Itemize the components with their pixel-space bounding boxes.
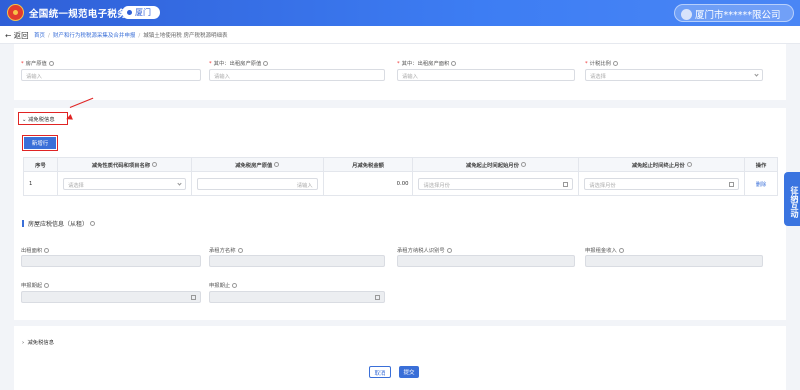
section-divider — [14, 100, 786, 108]
info-icon — [263, 61, 269, 66]
column-header: 操作 — [744, 157, 778, 172]
start-month-picker[interactable]: 请选择月份 — [418, 177, 574, 190]
rented-value-input[interactable]: 请输入 — [209, 69, 385, 81]
chevron-down-icon — [754, 72, 759, 77]
submit-button[interactable]: 提交 — [399, 366, 419, 378]
info-icon — [237, 248, 243, 253]
tax-ratio-select[interactable]: 请选择 — [585, 69, 763, 81]
collapsed-section-title: 减免税信息 — [27, 340, 55, 346]
lessee-name-input — [209, 255, 385, 267]
rental-area-input — [21, 255, 201, 267]
tax-emblem-icon — [7, 4, 24, 21]
info-icon — [44, 283, 50, 288]
info-icon — [232, 283, 238, 288]
row-index: 1 — [23, 171, 58, 196]
cancel-button[interactable]: 取消 — [369, 366, 391, 378]
reduction-section-toggle[interactable]: ⌄ 减免税信息 — [18, 112, 68, 125]
column-header: 减免起止时间起始月份 — [412, 157, 580, 172]
info-icon — [48, 61, 54, 66]
field-label-rent-income: 申报租金收入 — [585, 246, 624, 254]
reduction-code-select[interactable]: 请选择 — [62, 177, 186, 190]
field-label-lessee-id: 承租方纳税人识别号 — [397, 246, 452, 254]
property-value-input[interactable]: 请输入 — [21, 69, 201, 81]
top-bar: 全国统一规范电子税务局 厦门 厦门市******限公司 — [0, 0, 800, 26]
field-label-rental-area: 出租面积 — [21, 246, 50, 254]
field-label-lessee-name: 承租方名称 — [209, 246, 243, 254]
calendar-icon — [563, 181, 569, 187]
column-header: 月减免税金额 — [322, 157, 414, 172]
info-icon — [44, 248, 50, 253]
info-icon — [618, 248, 624, 253]
info-icon — [89, 221, 95, 226]
site-title: 全国统一规范电子税务局 — [29, 9, 137, 20]
column-header: 序号 — [23, 157, 58, 172]
rental-section-title: 房屋应税信息（从租） — [22, 219, 95, 228]
back-label: 返回 — [13, 31, 29, 40]
breadcrumb-declaration[interactable]: 财产和行为税税源采集及合并申报 — [53, 33, 136, 39]
info-icon — [446, 248, 452, 253]
main-content: * 房产原值 请输入 * 其中：出租房产原值 请输入 * 其中：出租房产面积 请输入 … — [14, 44, 786, 390]
column-header: 减免起止时间终止月份 — [578, 157, 745, 172]
field-label-rented-area: * 其中：出租房产面积 — [397, 59, 457, 67]
location-pin-icon — [127, 10, 132, 15]
calendar-icon — [375, 295, 380, 300]
breadcrumb: 首页 / 财产和行为税税源采集及合并申报 / 城镇土地使用税 房产税税源明细表 — [34, 33, 228, 39]
field-label-rented-value: * 其中：出租房产原值 — [209, 59, 269, 67]
calendar-icon — [191, 295, 196, 300]
breadcrumb-bar: ← 返回 首页 / 财产和行为税税源采集及合并申报 / 城镇土地使用税 房产税税源明细表 — [0, 26, 800, 44]
breadcrumb-home[interactable]: 首页 — [34, 33, 45, 39]
field-label-tax-ratio: * 计税比例 — [585, 59, 618, 67]
city-selector[interactable]: 厦门 — [122, 6, 160, 19]
user-name: 厦门市******限公司 — [695, 10, 781, 21]
column-header: 减免税房产原值 — [190, 157, 324, 172]
table-row: 1 请选择 请输入 0.00 请选择月份 请选择月份 删除 — [23, 171, 778, 196]
end-month-picker[interactable]: 请选择月份 — [584, 177, 739, 190]
period-start-picker — [21, 291, 201, 303]
user-account-button[interactable]: 厦门市******限公司 — [674, 4, 794, 22]
user-avatar-icon — [681, 9, 692, 20]
column-header: 减免性质代码和项目名称 — [56, 157, 192, 172]
field-label-period-start: 申报期起 — [21, 281, 50, 289]
city-label: 厦门 — [135, 8, 151, 17]
add-row-highlight: 新增行 — [22, 135, 58, 151]
add-row-button[interactable]: 新增行 — [24, 137, 56, 149]
back-button[interactable]: ← 返回 — [5, 30, 29, 41]
reduction-value-input[interactable]: 请输入 — [196, 177, 318, 190]
info-icon — [451, 61, 457, 66]
breadcrumb-current: 城镇土地使用税 房产税税源明细表 — [143, 33, 228, 39]
section-divider — [14, 320, 786, 326]
chevron-down-icon — [177, 180, 182, 186]
collapsed-section-toggle[interactable]: › 减免税信息 — [22, 338, 54, 346]
info-icon — [612, 61, 618, 66]
field-label-period-end: 申报期止 — [209, 281, 238, 289]
calendar-icon — [729, 181, 734, 187]
interaction-widget-button[interactable]: 征纳互动 — [784, 172, 800, 226]
monthly-amount: 0.00 — [322, 171, 414, 196]
lessee-id-input — [397, 255, 575, 267]
reduction-section-title: 减免税信息 — [28, 117, 55, 123]
field-label-property-value: * 房产原值 — [21, 59, 54, 67]
rented-area-input[interactable]: 请输入 — [397, 69, 575, 81]
period-end-picker — [209, 291, 385, 303]
rent-income-input — [585, 255, 763, 267]
reduction-table: 序号 减免性质代码和项目名称 减免税房产原值 月减免税金额 减免起止时间起始月份… — [23, 157, 778, 196]
annotation-arrowhead — [65, 114, 73, 122]
delete-row-link[interactable]: 删除 — [744, 171, 778, 196]
